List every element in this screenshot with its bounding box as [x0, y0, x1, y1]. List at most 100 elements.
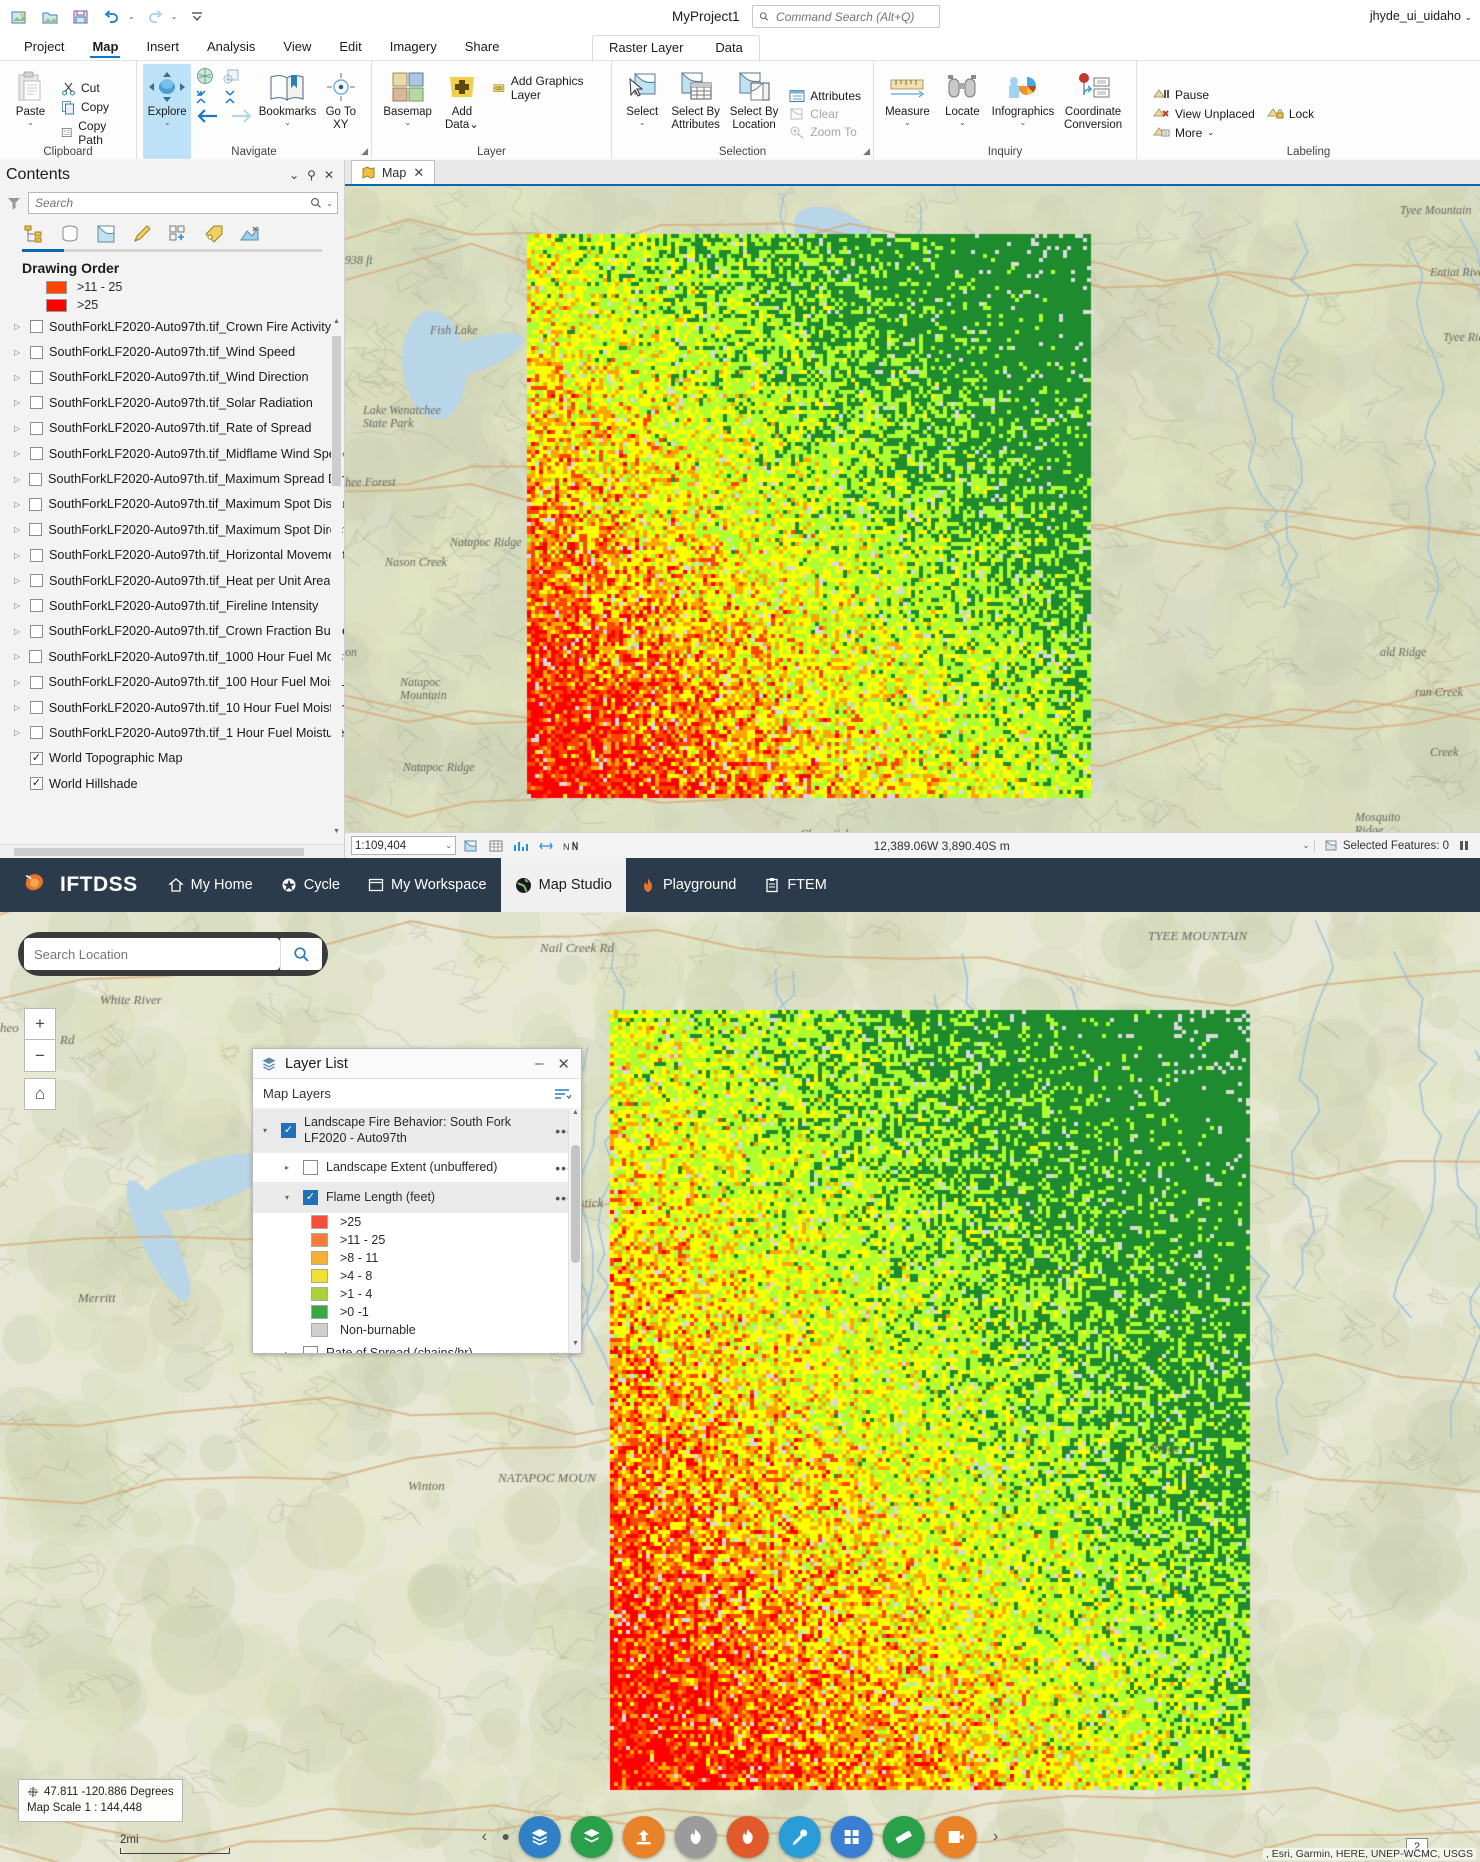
layer-visibility-checkbox[interactable] [29, 624, 43, 638]
layer-visibility-checkbox[interactable] [303, 1190, 318, 1206]
save-project-icon[interactable] [70, 6, 92, 28]
contents-layer-row[interactable]: ▷ SouthForkLF2020-Auto97th.tif_Maximum Sp… [14, 517, 344, 542]
nav-item-my-workspace[interactable]: My Workspace [354, 858, 501, 912]
clear-selection-button[interactable]: Clear [785, 106, 865, 122]
more-labeling-dropdown-icon[interactable]: ⌄ [1207, 128, 1214, 137]
coordinate-units-dropdown-icon[interactable]: ⌄ [1302, 840, 1310, 851]
contents-layer-row[interactable]: ▷ SouthForkLF2020-Auto97th.tif_Wind Speed [14, 339, 344, 364]
scroll-up-icon[interactable]: ▲ [331, 318, 342, 330]
new-project-icon[interactable] [8, 6, 30, 28]
zoom-to-layer-icon[interactable] [222, 66, 242, 86]
list-by-drawing-order-icon[interactable] [22, 222, 46, 246]
ribbon-tab-analysis[interactable]: Analysis [193, 35, 269, 60]
go-to-xy-button[interactable]: Go To XY [317, 64, 365, 159]
scrollbar-thumb[interactable] [571, 1145, 580, 1263]
layer-visibility-checkbox[interactable] [30, 751, 43, 765]
basemap-dropdown-icon[interactable]: ⌄ [404, 118, 411, 127]
contents-search-input[interactable] [33, 195, 311, 211]
expand-arrow-icon[interactable]: ▷ [14, 525, 23, 534]
user-account-label[interactable]: jhyde_ui_uidaho ⌄ [1370, 9, 1472, 23]
next-extent-icon[interactable] [228, 108, 254, 124]
attributes-button[interactable]: Attributes [785, 88, 865, 104]
expand-arrow-icon[interactable]: ▷ [14, 627, 24, 636]
layer-list-button[interactable] [571, 1816, 613, 1858]
coordinate-conversion-button[interactable]: Coordinate Conversion [1056, 64, 1130, 159]
expand-arrow-icon[interactable]: ▷ [14, 576, 24, 585]
grid-tools-button[interactable] [831, 1816, 873, 1858]
contents-layer-row[interactable]: World Topographic Map [14, 746, 344, 771]
layer-list-scrollbar[interactable]: ▲ ▼ [568, 1109, 581, 1353]
layer-visibility-checkbox[interactable] [29, 497, 43, 511]
nav-item-my-home[interactable]: My Home [154, 858, 267, 912]
contents-layer-row[interactable]: ▷ SouthForkLF2020-Auto97th.tif_100 Hour F… [14, 669, 344, 694]
explore-dropdown-icon[interactable]: ⌄ [164, 118, 171, 127]
lock-labels-button[interactable]: Lock [1263, 105, 1318, 122]
contents-layer-row[interactable]: ▷ SouthForkLF2020-Auto97th.tif_Maximum Sp… [14, 466, 344, 491]
expand-arrow-icon[interactable]: ▷ [14, 449, 24, 458]
contents-search-box[interactable]: ⌄ [28, 192, 338, 214]
list-by-diagram-icon[interactable] [238, 222, 262, 246]
analysis-button[interactable] [675, 1816, 717, 1858]
ribbon-tab-insert[interactable]: Insert [132, 35, 193, 60]
scale-selector[interactable]: 1:109,404 ⌄ [351, 836, 456, 855]
layer-visibility-checkbox[interactable] [29, 675, 43, 689]
toolbar-prev-button[interactable]: ‹ [476, 1828, 493, 1846]
contents-layer-row[interactable]: ▷ SouthForkLF2020-Auto97th.tif_1000 Hour … [14, 644, 344, 669]
close-icon[interactable]: ✕ [554, 1055, 573, 1073]
layer-list-item[interactable]: ▾Flame Length (feet)••• [253, 1183, 581, 1214]
layer-visibility-checkbox[interactable] [281, 1123, 296, 1139]
search-icon[interactable] [310, 197, 322, 209]
expand-arrow-icon[interactable]: ▷ [14, 475, 23, 484]
expand-arrow-icon[interactable]: ▷ [14, 373, 24, 382]
contents-scrollbar[interactable]: ▲ ▼ [331, 314, 342, 844]
undo-dropdown-icon[interactable]: ⌄ [128, 12, 135, 21]
copy-path-button[interactable]: Copy Path [57, 118, 128, 148]
contents-layer-row[interactable]: ▷ SouthForkLF2020-Auto97th.tif_Crown Fire… [14, 314, 344, 339]
fixed-zoom-out-icon[interactable] [224, 89, 246, 105]
chevron-down-icon[interactable]: ⌄ [445, 841, 452, 850]
layer-list-item[interactable]: ▸ Landscape Extent (unbuffered) ••• [253, 1153, 581, 1184]
ribbon-tab-imagery[interactable]: Imagery [376, 35, 451, 60]
pause-drawing-icon[interactable] [1453, 836, 1474, 855]
basemap-button[interactable]: Basemap ⌄ [378, 64, 437, 159]
command-search-input[interactable] [774, 8, 933, 25]
north-arrow-icon[interactable]: N [560, 836, 581, 855]
redo-dropdown-icon[interactable]: ⌄ [171, 12, 178, 21]
contents-layer-row[interactable]: ▷ SouthForkLF2020-Auto97th.tif_Fireline I… [14, 593, 344, 618]
contents-layer-row[interactable]: ▷ SouthForkLF2020-Auto97th.tif_Solar Radi… [14, 390, 344, 415]
contents-layer-row[interactable]: ▷ SouthForkLF2020-Auto97th.tif_10 Hour Fu… [14, 695, 344, 720]
bookmarks-dropdown-icon[interactable]: ⌄ [284, 118, 291, 127]
more-labeling-button[interactable]: More ⌄ [1149, 124, 1259, 141]
explore-button[interactable]: Explore ⌄ [143, 64, 192, 159]
select-tool-icon[interactable] [460, 836, 481, 855]
customize-quick-access-icon[interactable] [186, 6, 208, 28]
ribbon-tab-share[interactable]: Share [451, 35, 514, 60]
locate-button[interactable]: Locate ⌄ [935, 64, 990, 159]
infographics-dropdown-icon[interactable]: ⌄ [1020, 118, 1027, 127]
layer-visibility-checkbox[interactable] [30, 599, 43, 613]
measure-dropdown-icon[interactable]: ⌄ [904, 118, 911, 127]
ribbon-tab-data[interactable]: Data [699, 36, 758, 60]
paste-dropdown-icon[interactable]: ⌄ [27, 118, 34, 127]
layer-list-item[interactable]: ▾ Landscape Fire Behavior: South Fork LF2… [253, 1109, 581, 1154]
fire-behavior-button[interactable] [727, 1816, 769, 1858]
expand-arrow-icon[interactable]: ▷ [14, 652, 23, 661]
expand-arrow-icon[interactable]: ▷ [14, 601, 24, 610]
copy-button[interactable]: Copy [57, 99, 128, 116]
expand-arrow-icon[interactable]: ▷ [14, 551, 24, 560]
select-button[interactable]: Select ⌄ [618, 64, 666, 159]
edit-landscape-button[interactable] [779, 1816, 821, 1858]
basemap-gallery-button[interactable] [519, 1816, 561, 1858]
list-by-labeling-icon[interactable] [202, 222, 226, 246]
filter-icon[interactable] [6, 195, 22, 211]
contents-layer-row[interactable]: ▷ SouthForkLF2020-Auto97th.tif_Crown Frac… [14, 619, 344, 644]
layer-visibility-checkbox[interactable] [30, 370, 43, 384]
undo-icon[interactable] [101, 6, 123, 28]
iftdss-map-canvas[interactable]: + − ⌂ Layer List – ✕ Map Layers ▾ Landsca… [0, 912, 1480, 1862]
ribbon-tab-project[interactable]: Project [10, 35, 78, 60]
layer-visibility-checkbox[interactable] [29, 548, 43, 562]
open-project-icon[interactable] [39, 6, 61, 28]
list-by-selection-icon[interactable] [94, 222, 118, 246]
layer-list-item[interactable]: ▸Rate of Spread (chains/hr)••• [253, 1339, 581, 1353]
nav-item-map-studio[interactable]: Map Studio [500, 858, 626, 912]
